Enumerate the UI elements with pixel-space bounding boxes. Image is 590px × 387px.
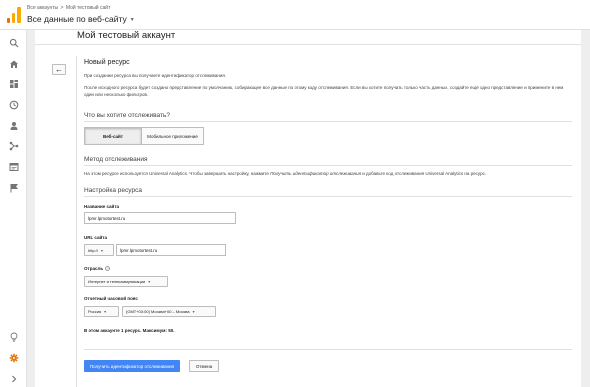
rail-search[interactable]: [0, 35, 27, 51]
site-name-input[interactable]: lpmr.lpmotortest.ru: [84, 212, 236, 224]
view-selector-label: Все данные по веб-сайту: [27, 14, 127, 24]
divider: [84, 165, 572, 166]
divider: [35, 44, 581, 45]
country-select[interactable]: Россия ▾: [84, 306, 119, 317]
track-option-website[interactable]: Веб-сайт: [85, 128, 141, 144]
breadcrumb-item-site[interactable]: Мой тестовый сайт: [66, 5, 111, 11]
site-url-input[interactable]: lpmr.lpmotortest.ru: [116, 244, 226, 256]
home-icon: [9, 60, 18, 68]
person-icon: [10, 122, 17, 130]
caret-down-icon: ▾: [192, 309, 195, 314]
breadcrumb-item-accounts[interactable]: Все аккаунты: [27, 5, 58, 11]
gear-icon: [9, 353, 18, 363]
breadcrumb: Все аккаунты > Мой тестовый сайт: [27, 5, 110, 11]
setup-heading: Настройка ресурса: [84, 187, 142, 194]
form-heading: Новый ресурс: [84, 59, 130, 66]
behavior-icon: [9, 163, 18, 171]
rail-conversions[interactable]: [0, 180, 27, 196]
left-nav-rail: [0, 30, 27, 387]
cancel-button[interactable]: Отмена: [189, 360, 219, 372]
track-question: Что вы хотите отслеживать?: [84, 112, 170, 119]
top-header: Все аккаунты > Мой тестовый сайт Все дан…: [0, 0, 590, 30]
method-text: На этом ресурсе используется Universal A…: [84, 171, 487, 176]
method-heading: Метод отслеживания: [84, 156, 148, 163]
clock-icon: [9, 100, 18, 110]
rail-behavior[interactable]: [0, 159, 27, 175]
lightbulb-icon: [10, 332, 17, 342]
industry-label: Отрасль?: [84, 266, 111, 271]
view-selector[interactable]: Все данные по веб-сайту ▼: [27, 14, 135, 24]
caret-down-icon: ▾: [104, 309, 107, 314]
search-icon: [9, 38, 18, 48]
help-icon[interactable]: ?: [105, 266, 111, 271]
analytics-logo-icon[interactable]: [7, 7, 21, 23]
protocol-select[interactable]: http://▾: [84, 244, 114, 256]
rail-admin[interactable]: [0, 350, 27, 366]
method-text-emphasis: Получить идентификатор отслеживания: [270, 171, 361, 176]
arrow-left-icon: ←: [55, 64, 63, 74]
rail-audience[interactable]: [0, 118, 27, 134]
rail-acquisition[interactable]: [0, 138, 27, 154]
divider-vertical: [76, 56, 77, 387]
get-tracking-id-button[interactable]: Получить идентификатор отслеживания: [84, 360, 180, 372]
dashboard-icon: [9, 80, 18, 88]
property-limit-text: В этом аккаунте 1 ресурс. Максимум: 50.: [84, 328, 175, 333]
caret-down-icon: ▼: [129, 17, 135, 23]
site-url-label: URL сайта: [84, 235, 107, 240]
intro-text: При создании ресурса вы получаете иденти…: [84, 73, 227, 78]
flag-icon: [10, 184, 18, 193]
rail-expand[interactable]: [0, 371, 27, 387]
track-type-toggle: Веб-сайт Мобильное приложение: [84, 127, 204, 145]
rail-home[interactable]: [0, 56, 27, 72]
caret-down-icon: ▾: [148, 279, 151, 284]
divider: [84, 349, 572, 350]
description-text: После исходного ресурса будет создано пр…: [84, 85, 564, 97]
timezone-label: Отчетный часовой пояс: [84, 296, 138, 301]
back-button[interactable]: ←: [52, 64, 66, 75]
acquisition-icon: [9, 141, 18, 151]
rail-insights[interactable]: [0, 329, 27, 345]
caret-down-icon: ▾: [101, 247, 104, 253]
divider: [84, 121, 572, 122]
track-option-mobile-app[interactable]: Мобильное приложение: [141, 128, 203, 144]
timezone-select[interactable]: (GMT+03:00) Москва+00 – Москва ▾: [122, 306, 216, 317]
breadcrumb-separator: >: [60, 5, 64, 11]
rail-dashboards[interactable]: [0, 76, 27, 92]
admin-panel: Мой тестовый аккаунт ← Новый ресурс При …: [35, 30, 581, 387]
site-name-label: Название сайта: [84, 204, 120, 209]
account-title: Мой тестовый аккаунт: [77, 30, 176, 41]
rail-realtime[interactable]: [0, 97, 27, 113]
chevron-right-icon: [11, 375, 16, 383]
divider: [84, 196, 572, 197]
industry-select[interactable]: Интернет и телекоммуникации ▾: [84, 276, 168, 287]
